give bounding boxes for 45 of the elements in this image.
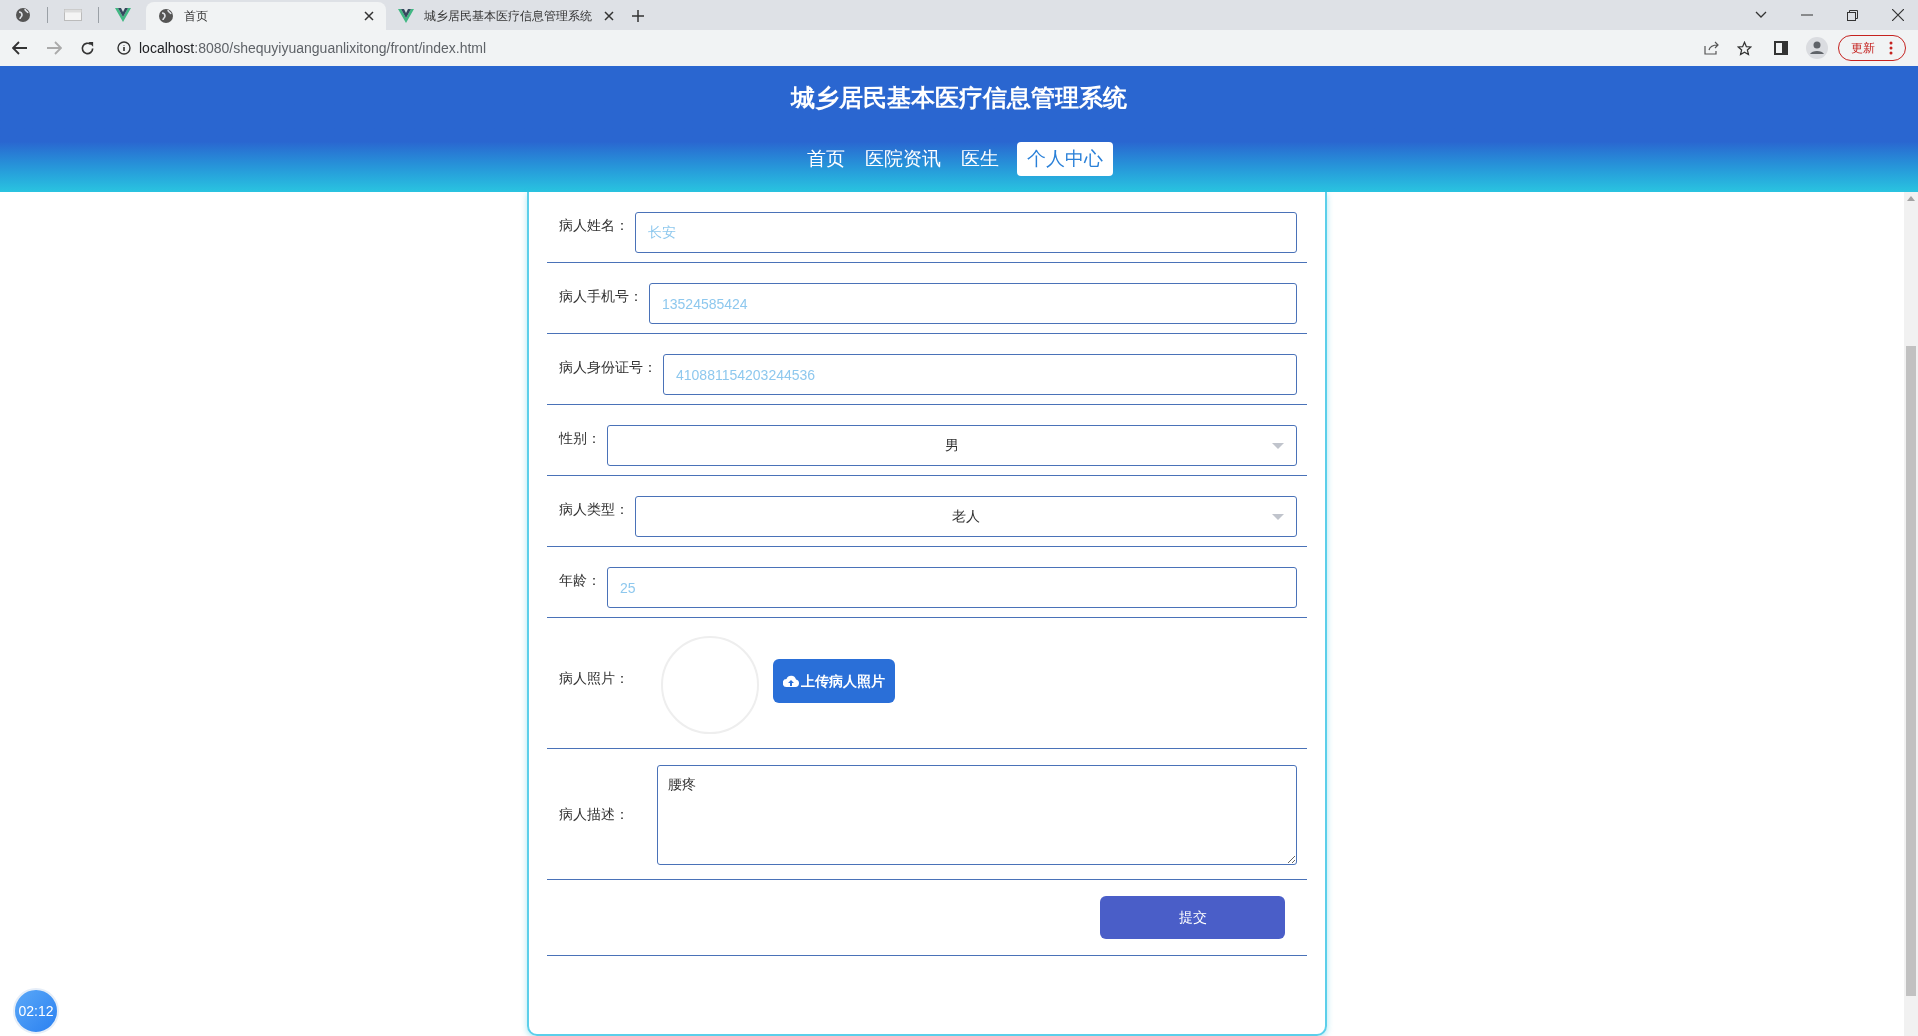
restore-icon[interactable] (1847, 9, 1858, 21)
submit-button[interactable]: 提交 (1100, 896, 1285, 939)
caret-down-icon (1272, 514, 1284, 520)
v-logo-icon (398, 9, 414, 23)
nav-link[interactable]: 医生 (959, 142, 1001, 176)
url-text[interactable]: localhost:8080/shequyiyuanguanlixitong/front/index.html (139, 37, 487, 59)
close-icon[interactable] (604, 11, 614, 21)
v-logo-icon (115, 8, 131, 22)
select-field[interactable]: 男 (607, 425, 1297, 466)
field-label: 病人姓名： (558, 216, 630, 235)
field-label: 年龄： (558, 571, 602, 590)
back-icon[interactable] (12, 41, 28, 55)
chevron-down-icon[interactable] (1755, 11, 1767, 19)
share-icon[interactable] (1704, 41, 1719, 55)
field-label: 病人身份证号： (558, 358, 658, 377)
profile-icon[interactable] (1806, 37, 1828, 59)
nav-link[interactable]: 首页 (805, 142, 847, 176)
field-label: 性别： (557, 429, 602, 448)
field-label: 病人照片： (558, 668, 630, 688)
browser-tab[interactable]: 首页 (146, 2, 386, 30)
field-label: 病人手机号： (558, 287, 644, 306)
browser-tab[interactable]: 城乡居民基本医疗信息管理系统 (386, 2, 626, 30)
scrollbar[interactable] (1904, 192, 1918, 1036)
nav-link[interactable]: 个人中心 (1017, 142, 1113, 176)
field-label: 病人描述： (558, 804, 630, 824)
blank-page-icon (64, 9, 82, 21)
site-title: 城乡居民基本医疗信息管理系统 (791, 83, 1127, 113)
reload-icon[interactable] (80, 40, 95, 56)
cloud-upload-icon (783, 675, 799, 687)
tab-title: 城乡居民基本医疗信息管理系统 (424, 8, 593, 25)
timer-badge[interactable]: 02:12 (13, 988, 59, 1034)
more-icon (1889, 41, 1893, 55)
close-icon[interactable] (1892, 9, 1904, 21)
side-panel-icon[interactable] (1774, 41, 1788, 55)
tab-title: 首页 (184, 8, 209, 25)
close-icon[interactable] (364, 11, 374, 21)
upload-button[interactable]: 上传病人照片 (773, 659, 895, 703)
field-label: 病人类型： (558, 500, 630, 519)
info-icon[interactable] (117, 41, 131, 55)
description-field[interactable]: 腰疼 (657, 764, 1297, 865)
select-field[interactable]: 老人 (635, 496, 1297, 537)
star-icon[interactable] (1737, 40, 1752, 56)
caret-down-icon (1272, 443, 1284, 449)
nav-link[interactable]: 医院资讯 (863, 142, 943, 176)
new-tab-icon[interactable] (632, 10, 644, 22)
